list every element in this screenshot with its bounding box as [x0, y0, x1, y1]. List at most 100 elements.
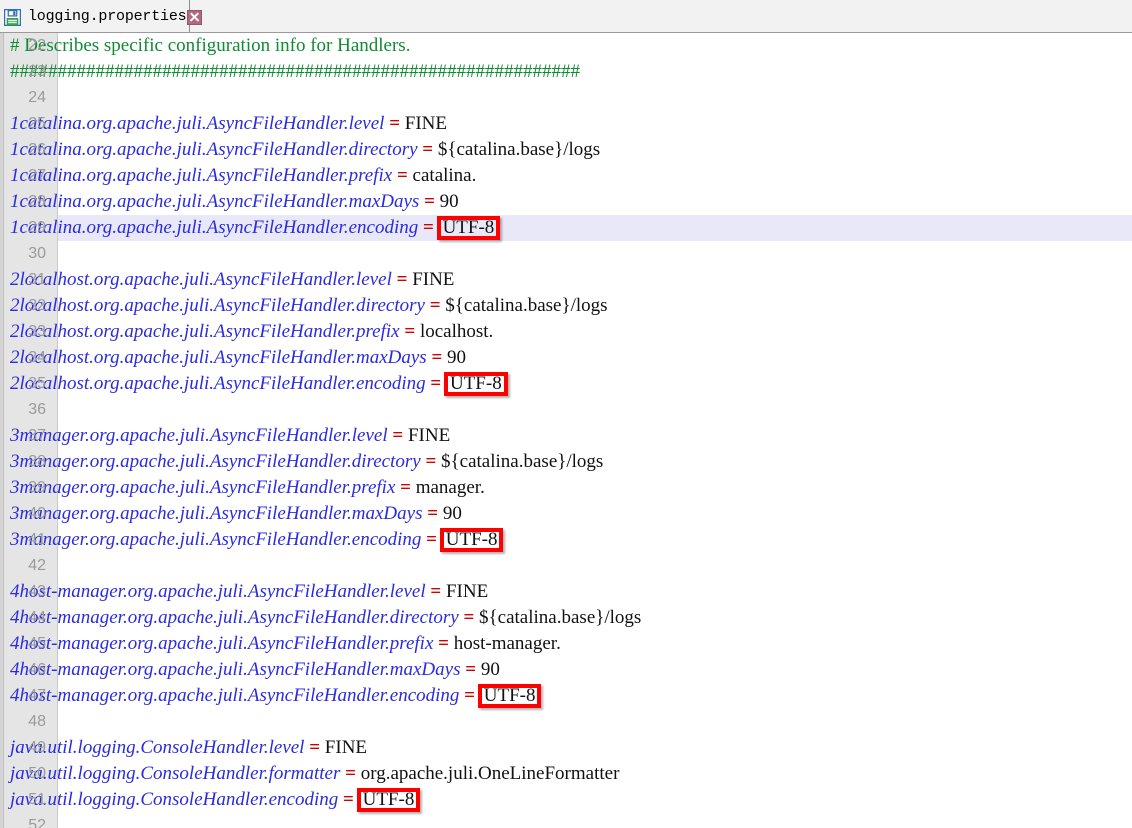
- code-text: 3manager.org.apache.juli.AsyncFileHandle…: [10, 475, 485, 501]
- line-number: 28: [0, 189, 46, 215]
- equals-sign: =: [430, 373, 441, 394]
- property-value: FINE: [408, 425, 450, 446]
- code-line[interactable]: 271catalina.org.apache.juli.AsyncFileHan…: [0, 163, 1132, 189]
- code-text: 1catalina.org.apache.juli.AsyncFileHandl…: [10, 189, 459, 215]
- property-key: 1catalina.org.apache.juli.AsyncFileHandl…: [10, 191, 419, 212]
- code-line[interactable]: 291catalina.org.apache.juli.AsyncFileHan…: [0, 215, 1132, 241]
- line-number: 38: [0, 449, 46, 475]
- line-number: 24: [0, 85, 46, 111]
- comment-text: # Describes specific configuration info …: [10, 35, 410, 56]
- line-number: 29: [0, 215, 46, 241]
- line-number: 50: [0, 761, 46, 787]
- code-text: 2localhost.org.apache.juli.AsyncFileHand…: [10, 371, 506, 397]
- highlighted-value-annotation: UTF-8: [439, 215, 499, 241]
- property-key: java.util.logging.ConsoleHandler.level: [10, 737, 304, 758]
- code-line[interactable]: 434host-manager.org.apache.juli.AsyncFil…: [0, 579, 1132, 605]
- code-text: 1catalina.org.apache.juli.AsyncFileHandl…: [10, 111, 447, 137]
- code-line[interactable]: 261catalina.org.apache.juli.AsyncFileHan…: [0, 137, 1132, 163]
- tab-logging-properties[interactable]: logging.properties: [0, 0, 190, 32]
- code-text: 4host-manager.org.apache.juli.AsyncFileH…: [10, 683, 539, 709]
- code-line[interactable]: 352localhost.org.apache.juli.AsyncFileHa…: [0, 371, 1132, 397]
- line-number: 49: [0, 735, 46, 761]
- code-line[interactable]: 332localhost.org.apache.juli.AsyncFileHa…: [0, 319, 1132, 345]
- line-number: 52: [0, 813, 46, 828]
- property-key: java.util.logging.ConsoleHandler.formatt…: [10, 763, 340, 784]
- highlighted-value-annotation: UTF-8: [442, 527, 502, 553]
- code-line[interactable]: 393manager.org.apache.juli.AsyncFileHand…: [0, 475, 1132, 501]
- code-line[interactable]: 52: [0, 813, 1132, 828]
- line-number: 25: [0, 111, 46, 137]
- equals-sign: =: [309, 737, 320, 758]
- line-number: 46: [0, 657, 46, 683]
- property-key: 4host-manager.org.apache.juli.AsyncFileH…: [10, 685, 459, 706]
- code-line[interactable]: 51java.util.logging.ConsoleHandler.encod…: [0, 787, 1132, 813]
- equals-sign: =: [424, 191, 435, 212]
- property-value: 90: [440, 191, 459, 212]
- property-key: 3manager.org.apache.juli.AsyncFileHandle…: [10, 425, 388, 446]
- equals-sign: =: [425, 451, 436, 472]
- code-line[interactable]: 23######################################…: [0, 59, 1132, 85]
- code-line-background: [58, 553, 1132, 579]
- code-line[interactable]: 48: [0, 709, 1132, 735]
- property-key: 4host-manager.org.apache.juli.AsyncFileH…: [10, 581, 426, 602]
- code-line[interactable]: 36: [0, 397, 1132, 423]
- property-key: 4host-manager.org.apache.juli.AsyncFileH…: [10, 633, 433, 654]
- property-key: 3manager.org.apache.juli.AsyncFileHandle…: [10, 451, 421, 472]
- highlighted-value-annotation: UTF-8: [446, 371, 506, 397]
- code-text: 2localhost.org.apache.juli.AsyncFileHand…: [10, 267, 454, 293]
- equals-sign: =: [397, 269, 408, 290]
- equals-sign: =: [430, 581, 441, 602]
- line-number: 44: [0, 605, 46, 631]
- code-text: 2localhost.org.apache.juli.AsyncFileHand…: [10, 319, 493, 345]
- equals-sign: =: [465, 659, 476, 680]
- code-text: 3manager.org.apache.juli.AsyncFileHandle…: [10, 527, 501, 553]
- code-line[interactable]: 383manager.org.apache.juli.AsyncFileHand…: [0, 449, 1132, 475]
- code-text: 3manager.org.apache.juli.AsyncFileHandle…: [10, 423, 450, 449]
- code-text: 4host-manager.org.apache.juli.AsyncFileH…: [10, 657, 500, 683]
- code-line[interactable]: 49java.util.logging.ConsoleHandler.level…: [0, 735, 1132, 761]
- code-line[interactable]: 281catalina.org.apache.juli.AsyncFileHan…: [0, 189, 1132, 215]
- code-line[interactable]: 454host-manager.org.apache.juli.AsyncFil…: [0, 631, 1132, 657]
- property-value: manager.: [416, 477, 485, 498]
- property-key: 1catalina.org.apache.juli.AsyncFileHandl…: [10, 139, 418, 160]
- property-key: 3manager.org.apache.juli.AsyncFileHandle…: [10, 529, 421, 550]
- equals-sign: =: [392, 425, 403, 446]
- line-number: 31: [0, 267, 46, 293]
- code-text: java.util.logging.ConsoleHandler.formatt…: [10, 761, 619, 787]
- code-line[interactable]: 312localhost.org.apache.juli.AsyncFileHa…: [0, 267, 1132, 293]
- code-line[interactable]: 30: [0, 241, 1132, 267]
- property-value: ${catalina.base}/logs: [479, 607, 641, 628]
- code-text: ########################################…: [10, 59, 580, 85]
- line-number: 51: [0, 787, 46, 813]
- code-line[interactable]: 251catalina.org.apache.juli.AsyncFileHan…: [0, 111, 1132, 137]
- code-text: 1catalina.org.apache.juli.AsyncFileHandl…: [10, 163, 476, 189]
- code-line[interactable]: 50java.util.logging.ConsoleHandler.forma…: [0, 761, 1132, 787]
- property-key: 2localhost.org.apache.juli.AsyncFileHand…: [10, 347, 427, 368]
- equals-sign: =: [400, 477, 411, 498]
- code-line[interactable]: 464host-manager.org.apache.juli.AsyncFil…: [0, 657, 1132, 683]
- code-line[interactable]: 322localhost.org.apache.juli.AsyncFileHa…: [0, 293, 1132, 319]
- line-number: 23: [0, 59, 46, 85]
- code-line[interactable]: 474host-manager.org.apache.juli.AsyncFil…: [0, 683, 1132, 709]
- code-editor[interactable]: 22# Describes specific configuration inf…: [0, 33, 1132, 828]
- property-value: 90: [447, 347, 466, 368]
- line-number: 40: [0, 501, 46, 527]
- line-number: 47: [0, 683, 46, 709]
- code-line[interactable]: 444host-manager.org.apache.juli.AsyncFil…: [0, 605, 1132, 631]
- code-text: 2localhost.org.apache.juli.AsyncFileHand…: [10, 345, 466, 371]
- close-icon[interactable]: [187, 10, 202, 25]
- property-value: ${catalina.base}/logs: [441, 451, 603, 472]
- code-line[interactable]: 413manager.org.apache.juli.AsyncFileHand…: [0, 527, 1132, 553]
- equals-sign: =: [404, 321, 415, 342]
- code-line[interactable]: 22# Describes specific configuration inf…: [0, 33, 1132, 59]
- property-key: 1catalina.org.apache.juli.AsyncFileHandl…: [10, 165, 392, 186]
- code-line[interactable]: 342localhost.org.apache.juli.AsyncFileHa…: [0, 345, 1132, 371]
- equals-sign: =: [426, 529, 437, 550]
- code-line[interactable]: 24: [0, 85, 1132, 111]
- equals-sign: =: [343, 789, 354, 810]
- line-number: 45: [0, 631, 46, 657]
- code-line[interactable]: 42: [0, 553, 1132, 579]
- code-line[interactable]: 373manager.org.apache.juli.AsyncFileHand…: [0, 423, 1132, 449]
- code-line[interactable]: 403manager.org.apache.juli.AsyncFileHand…: [0, 501, 1132, 527]
- property-value: org.apache.juli.OneLineFormatter: [361, 763, 620, 784]
